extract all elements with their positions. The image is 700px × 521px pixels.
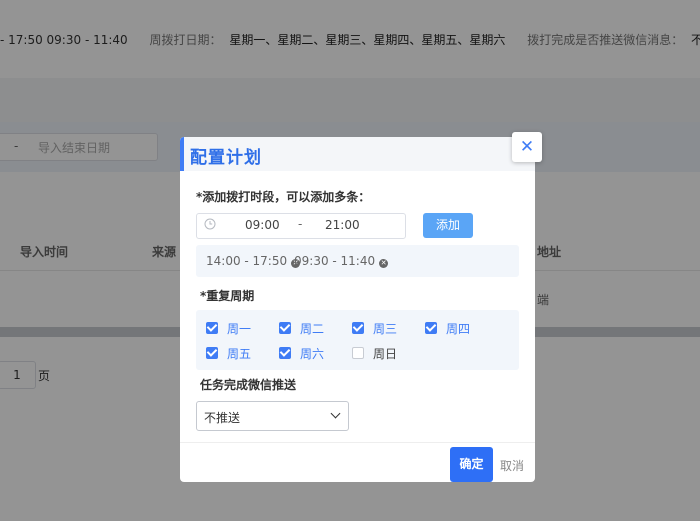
time-range-text: 14:00 - 17:50 — [206, 254, 288, 268]
cancel-button[interactable]: 取消 — [500, 457, 524, 474]
dialog-title: 配置计划 — [190, 148, 262, 168]
checkbox-checked-icon[interactable] — [279, 347, 291, 359]
checkbox-label: 周二 — [300, 322, 325, 336]
add-timeslot-button[interactable]: 添加 — [423, 213, 473, 238]
checkbox-label: 周四 — [446, 322, 471, 336]
checkbox-checked-icon[interactable] — [425, 322, 437, 334]
wechat-push-label: 任务完成微信推送 — [200, 378, 297, 392]
weekday-checkbox-group: 周一 周二 周三 周四 周五 周六 周日 — [196, 310, 519, 370]
dialog-header: 配置计划 — [180, 137, 535, 171]
time-range-picker[interactable]: 09:00 - 21:00 — [196, 213, 406, 239]
chevron-down-icon — [330, 408, 341, 419]
time-range-tag: 09:30 - 11:40 ✕ — [294, 254, 389, 268]
add-timeslot-label: *添加拨打时段，可以添加多条： — [196, 190, 371, 204]
time-range-tag: 14:00 - 17:50 ✕ — [206, 254, 301, 268]
remove-tag-icon[interactable]: ✕ — [379, 259, 389, 268]
end-time-input[interactable]: 21:00 — [325, 218, 360, 232]
checkbox-label: 周六 — [300, 347, 325, 361]
header-accent-bar — [180, 137, 184, 171]
confirm-button[interactable]: 确定 — [450, 447, 493, 482]
wechat-push-selected-value: 不推送 — [204, 411, 241, 425]
config-plan-dialog: 配置计划 *添加拨打时段，可以添加多条： 09:00 - 21:00 添加 14… — [180, 137, 535, 482]
checkbox-label: 周三 — [373, 322, 398, 336]
close-icon: ✕ — [519, 137, 535, 157]
checkbox-label: 周日 — [373, 347, 398, 361]
repeat-cycle-label: *重复周期 — [200, 289, 255, 303]
checkbox-checked-icon[interactable] — [279, 322, 291, 334]
time-separator: - — [298, 217, 303, 231]
checkbox-checked-icon[interactable] — [206, 347, 218, 359]
clock-icon — [204, 218, 216, 230]
checkbox-label: 周五 — [227, 347, 252, 361]
checkbox-unchecked-icon[interactable] — [352, 347, 364, 359]
checkbox-label: 周一 — [227, 322, 252, 336]
checkbox-checked-icon[interactable] — [352, 322, 364, 334]
checkbox-checked-icon[interactable] — [206, 322, 218, 334]
footer-divider — [180, 442, 535, 443]
time-range-text: 09:30 - 11:40 — [294, 254, 376, 268]
close-dialog-button[interactable]: ✕ — [512, 132, 542, 162]
wechat-push-select[interactable]: 不推送 — [196, 401, 349, 431]
time-range-list: 14:00 - 17:50 ✕ 09:30 - 11:40 ✕ — [196, 245, 519, 277]
start-time-input[interactable]: 09:00 — [245, 218, 280, 232]
